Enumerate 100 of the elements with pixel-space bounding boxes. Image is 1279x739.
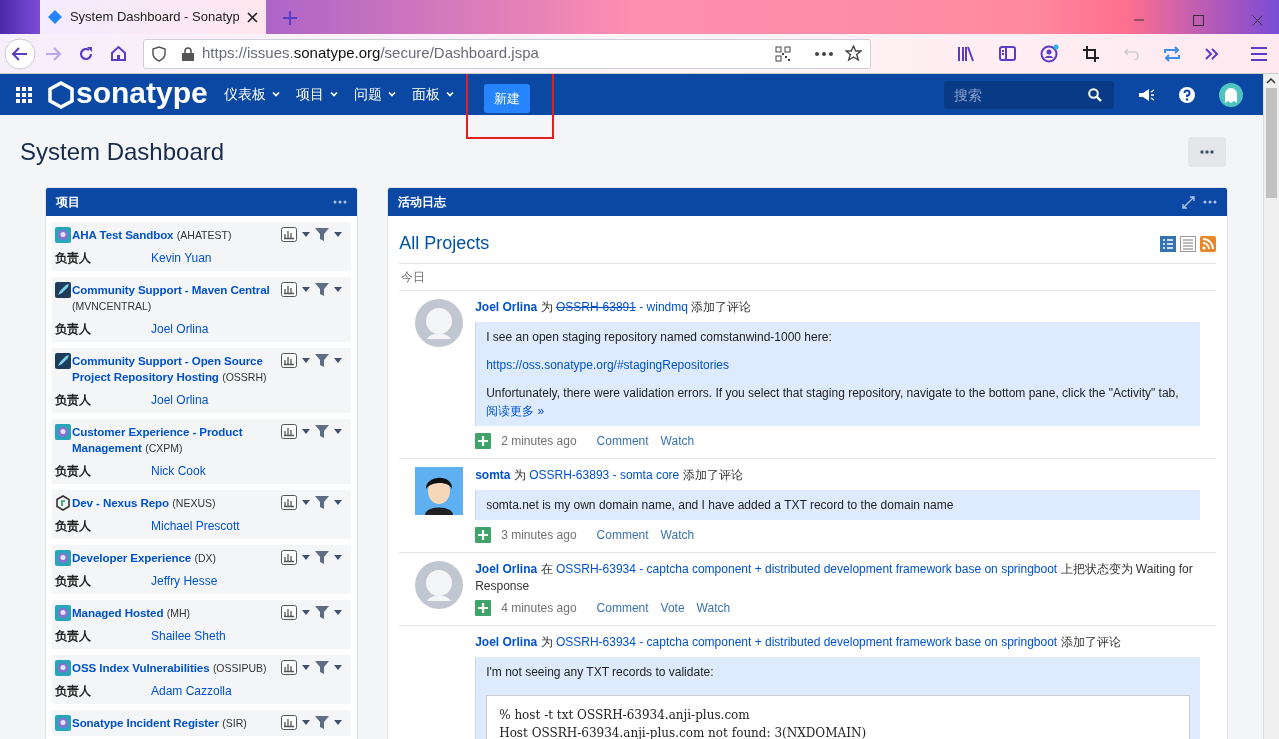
expand-icon[interactable] [1181,195,1195,209]
caret-icon[interactable] [334,665,343,670]
filter-icon[interactable] [315,496,330,509]
project-title[interactable]: Managed Hosted (MH) [72,605,191,621]
chart-icon[interactable] [281,424,298,439]
caret-icon[interactable] [302,500,311,505]
caret-icon[interactable] [334,720,343,725]
caret-icon[interactable] [302,287,311,292]
caret-icon[interactable] [302,358,311,363]
crop-icon[interactable] [1083,45,1099,62]
lead-link[interactable]: Adam Cazzolla [151,683,232,699]
search-field[interactable]: 搜索 [943,80,1114,109]
filter-icon[interactable] [315,425,330,438]
lead-link[interactable]: Joel Orlina [151,321,209,337]
issue-link[interactable]: OSSRH-63891 - windmq [555,300,688,314]
more-button[interactable] [1187,137,1226,167]
browser-tab[interactable]: System Dashboard - Sonatyp [40,0,266,34]
lead-link[interactable]: Nick Cook [151,463,206,479]
plus-icon[interactable] [475,600,492,616]
reload-icon[interactable] [78,45,94,62]
action-link[interactable]: Comment [596,432,649,450]
chart-icon[interactable] [281,227,298,242]
sidebar-icon[interactable] [999,46,1016,61]
account-icon[interactable] [1040,44,1059,63]
chart-icon[interactable] [281,715,298,730]
chart-icon[interactable] [281,605,298,620]
caret-icon[interactable] [334,500,343,505]
scrollbar[interactable] [1262,74,1279,739]
detail-view-icon[interactable] [1179,235,1196,252]
back-icon[interactable] [4,37,36,70]
chart-icon[interactable] [281,353,298,368]
read-more-link[interactable]: 阅读更多 » [486,404,545,418]
user-link[interactable]: somta [475,468,511,482]
plus-icon[interactable] [475,527,492,543]
app-switcher-icon[interactable] [16,86,32,103]
caret-icon[interactable] [302,429,311,434]
lead-link[interactable]: Shailee Sheth [151,628,226,644]
sync-icon[interactable] [1163,45,1181,62]
home-icon[interactable] [110,45,127,62]
create-button[interactable]: 新建 [483,83,530,114]
nav-menu[interactable]: 仪表板 [215,84,288,105]
rss-icon[interactable] [1199,235,1216,252]
project-title[interactable]: Customer Experience - Product Management (CXPM) [72,424,274,456]
logo[interactable]: sonatype [48,80,208,109]
project-title[interactable]: OSS Index Vulnerabilities (OSSIPUB) [72,660,267,676]
action-link[interactable]: Comment [596,526,649,544]
filter-icon[interactable] [315,661,330,674]
nav-menu[interactable]: 问题 [345,84,404,105]
caret-icon[interactable] [302,720,311,725]
megaphone-icon[interactable] [1137,87,1155,102]
action-link[interactable]: Vote [660,599,685,617]
list-view-icon[interactable] [1159,235,1176,252]
nav-menu[interactable]: 项目 [287,84,346,105]
chart-icon[interactable] [281,550,298,565]
more-icon[interactable] [333,200,348,204]
comment-link[interactable]: https://oss.sonatype.org/#stagingRepositories [486,358,729,372]
filter-icon[interactable] [315,354,330,367]
caret-icon[interactable] [334,610,343,615]
caret-icon[interactable] [334,429,343,434]
star-icon[interactable] [845,45,862,62]
help-icon[interactable] [1178,86,1195,103]
caret-icon[interactable] [334,358,343,363]
user-link[interactable]: Joel Orlina [475,300,538,314]
more-icon[interactable] [815,51,833,56]
menu-icon[interactable] [1251,46,1267,61]
lead-link[interactable]: Kevin Yuan [151,250,212,266]
caret-icon[interactable] [334,287,343,292]
caret-icon[interactable] [302,232,311,237]
caret-icon[interactable] [302,555,311,560]
scroll-thumb[interactable] [1265,88,1277,198]
project-title[interactable]: Community Support - Open Source Project Repository Hosting (OSSRH) [72,353,274,385]
more-icon[interactable] [1202,200,1217,204]
project-title[interactable]: Dev - Nexus Repo (NEXUS) [72,495,216,511]
caret-icon[interactable] [302,610,311,615]
project-title[interactable]: Community Support - Maven Central (MVNCENTRAL) [72,282,274,314]
action-link[interactable]: Watch [660,526,695,544]
scroll-up-icon[interactable] [1266,78,1277,84]
issue-link[interactable]: OSSRH-63934 - captcha component + distributed development framework base on springboot [555,562,1058,576]
project-title[interactable]: AHA Test Sandbox (AHATEST) [72,227,232,243]
issue-link[interactable]: OSSRH-63934 - captcha component + distributed development framework base on springboot [555,635,1058,649]
caret-icon[interactable] [334,555,343,560]
user-link[interactable]: Joel Orlina [475,635,538,649]
lead-link[interactable]: Joel Orlina [151,392,209,408]
action-link[interactable]: Comment [596,599,649,617]
user-avatar[interactable] [1218,82,1243,107]
caret-icon[interactable] [334,232,343,237]
caret-icon[interactable] [302,665,311,670]
close-icon[interactable] [247,11,258,23]
address-bar[interactable]: https://issues.sonatype.org/secure/Dashboard.jspa [143,38,871,69]
project-title[interactable]: Developer Experience (DX) [72,550,217,566]
maximize-icon[interactable] [1193,14,1204,26]
lead-link[interactable]: Michael Prescott [151,518,240,534]
plus-icon[interactable] [475,433,492,449]
user-link[interactable]: Joel Orlina [475,562,538,576]
overflow-icon[interactable] [1205,47,1219,60]
issue-link[interactable]: OSSRH-63893 - somta core [529,468,680,482]
filter-icon[interactable] [315,716,330,729]
chart-icon[interactable] [281,282,298,297]
qr-code-icon[interactable] [775,45,791,62]
filter-icon[interactable] [315,228,330,241]
